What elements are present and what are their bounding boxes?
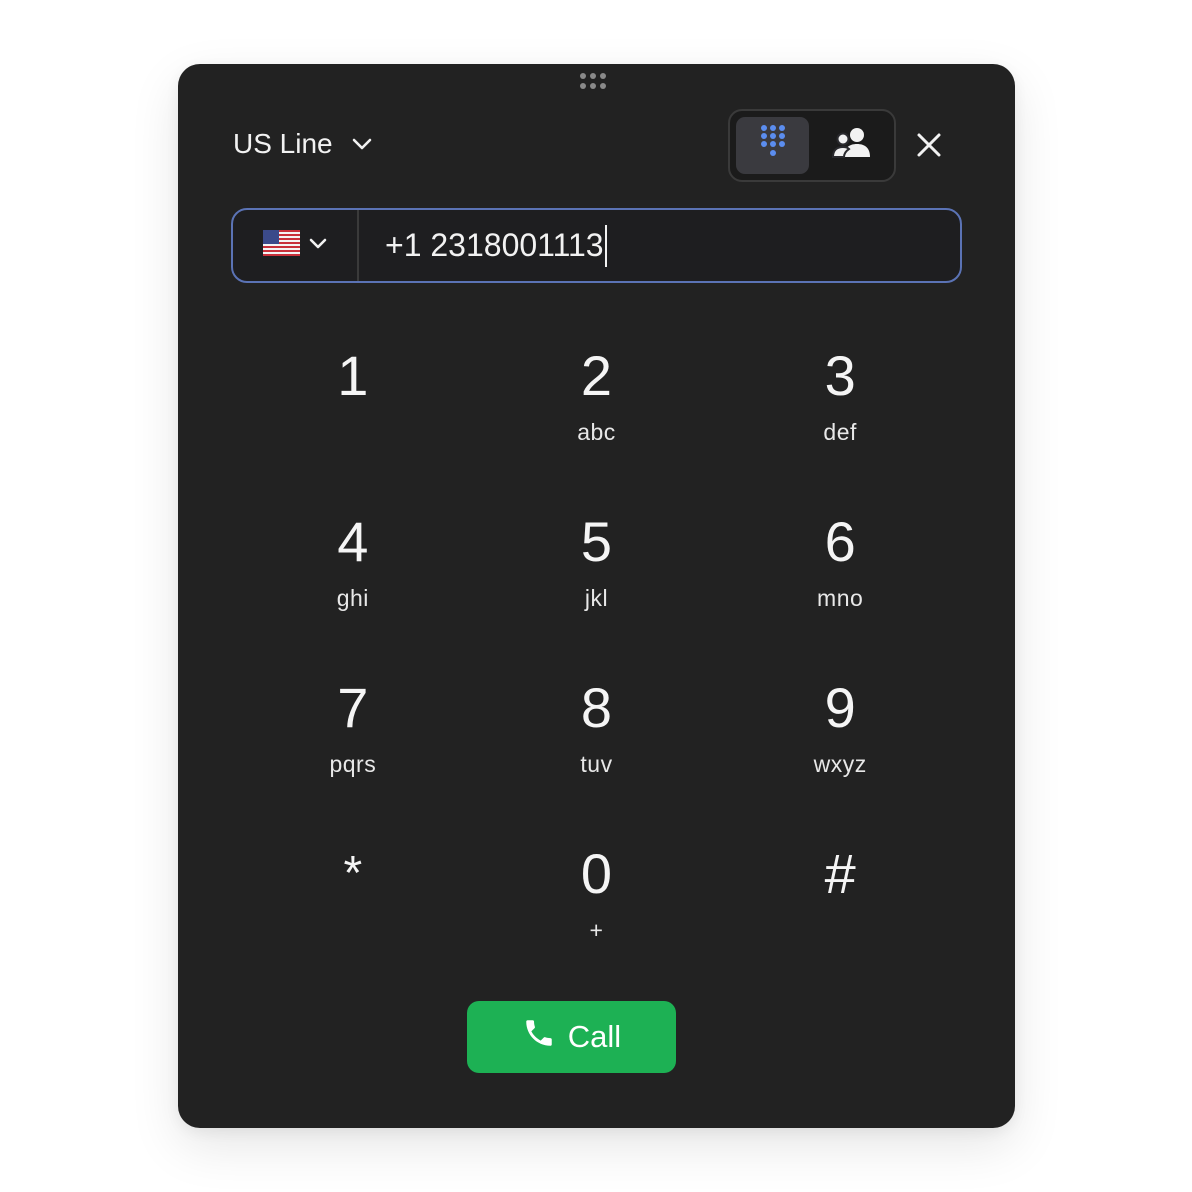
key-5[interactable]: 5 jkl [475, 500, 719, 666]
key-letters: pqrs [329, 751, 377, 777]
key-digit: 8 [580, 676, 613, 739]
phone-number-field: +1 2318001113 [231, 208, 962, 283]
key-digit: 0 [580, 842, 613, 905]
keypad-view-button[interactable] [736, 117, 809, 174]
key-letters: jkl [584, 585, 609, 611]
dialpad-icon [759, 124, 787, 167]
us-flag-icon [262, 230, 300, 261]
chevron-down-icon [351, 137, 373, 151]
key-digit: # [824, 842, 856, 905]
key-letters: def [823, 419, 857, 445]
key-digit: 6 [824, 510, 856, 573]
key-digit: 7 [337, 676, 369, 739]
dial-keypad: 1 2 abc 3 def 4 ghi 5 jkl 6 mno 7 pqrs 8 [231, 334, 962, 998]
key-digit: 9 [824, 676, 856, 739]
key-3[interactable]: 3 def [718, 334, 962, 500]
key-4[interactable]: 4 ghi [231, 500, 475, 666]
phone-number-value: +1 2318001113 [385, 227, 604, 263]
chevron-down-icon [308, 237, 328, 255]
key-letters: abc [577, 419, 616, 445]
key-9[interactable]: 9 wxyz [718, 666, 962, 832]
key-letters: + [589, 917, 604, 943]
close-button[interactable] [916, 130, 942, 164]
key-letters: wxyz [813, 751, 867, 777]
key-0[interactable]: 0 + [475, 832, 719, 998]
text-caret [604, 224, 607, 267]
key-digit: 2 [580, 344, 613, 407]
key-digit: 3 [824, 344, 856, 407]
key-hash[interactable]: # [718, 832, 962, 998]
key-6[interactable]: 6 mno [718, 500, 962, 666]
line-label: US Line [233, 128, 333, 159]
key-2[interactable]: 2 abc [475, 334, 719, 500]
contacts-view-button[interactable] [815, 117, 888, 174]
line-selector-dropdown[interactable]: US Line [233, 124, 373, 164]
phone-number-input[interactable]: +1 2318001113 [359, 210, 960, 281]
key-letters: mno [817, 585, 864, 611]
key-letters: tuv [580, 751, 613, 777]
drag-handle-icon[interactable] [580, 73, 612, 93]
key-digit: 5 [580, 510, 613, 573]
key-star[interactable]: * [231, 832, 475, 998]
key-letters: ghi [336, 585, 369, 611]
country-code-picker[interactable] [233, 210, 359, 281]
phone-icon [522, 1016, 556, 1058]
key-1[interactable]: 1 [231, 334, 475, 500]
close-icon [916, 132, 942, 163]
key-digit: 1 [337, 344, 369, 407]
contacts-icon [831, 127, 872, 164]
key-8[interactable]: 8 tuv [475, 666, 719, 832]
dialer-panel: US Line +1 2318001113 1 2 abc 3 def 4 gh… [178, 64, 1015, 1128]
call-button[interactable]: Call [467, 1001, 676, 1073]
key-digit: 4 [337, 510, 369, 573]
call-label: Call [567, 1019, 622, 1054]
view-toggle [728, 109, 896, 182]
key-7[interactable]: 7 pqrs [231, 666, 475, 832]
key-digit: * [343, 847, 363, 900]
